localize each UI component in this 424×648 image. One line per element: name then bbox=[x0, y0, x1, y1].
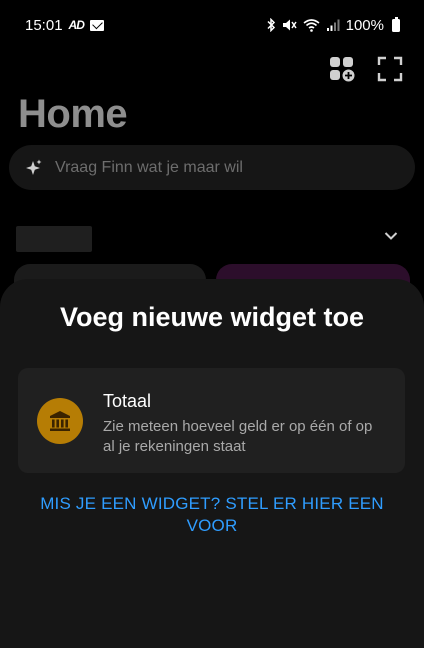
widget-title: Totaal bbox=[103, 391, 152, 411]
bluetooth-icon bbox=[267, 18, 275, 32]
signal-icon bbox=[326, 19, 340, 31]
widget-description: Zie meteen hoeveel geld er op één of op … bbox=[103, 418, 373, 455]
blurred-account-label bbox=[16, 226, 92, 252]
status-bar: 15:01 AD 100% bbox=[0, 0, 424, 44]
widget-add-icon[interactable] bbox=[329, 56, 355, 82]
battery-percentage: 100% bbox=[345, 16, 384, 34]
suggest-widget-link[interactable]: MIS JE EEN WIDGET? STEL ER HIER EEN VOOR bbox=[30, 493, 394, 537]
status-left: 15:01 AD bbox=[25, 17, 104, 34]
battery-icon bbox=[392, 16, 400, 32]
screen: 15:01 AD 100% Home Vraag Finn wat je maa… bbox=[0, 0, 424, 648]
search-bar[interactable]: Vraag Finn wat je maar wil bbox=[9, 145, 415, 190]
sparkle-icon bbox=[26, 159, 42, 175]
bank-icon bbox=[37, 398, 83, 444]
sheet-title: Voeg nieuwe widget toe bbox=[59, 302, 365, 332]
mute-icon bbox=[282, 19, 297, 31]
widget-option-totaal[interactable]: Totaal Zie meteen hoeveel geld er op één… bbox=[18, 368, 405, 473]
fullscreen-icon[interactable] bbox=[377, 56, 403, 82]
mail-icon bbox=[89, 19, 104, 31]
status-time: 15:01 bbox=[25, 16, 63, 34]
page-title: Home bbox=[18, 92, 128, 136]
search-input[interactable]: Vraag Finn wat je maar wil bbox=[55, 159, 243, 177]
wifi-icon bbox=[303, 19, 320, 32]
chevron-down-icon[interactable] bbox=[384, 228, 398, 246]
status-right: 100% bbox=[266, 16, 400, 34]
ad-app-icon: AD bbox=[68, 18, 85, 32]
top-actions bbox=[329, 56, 403, 82]
